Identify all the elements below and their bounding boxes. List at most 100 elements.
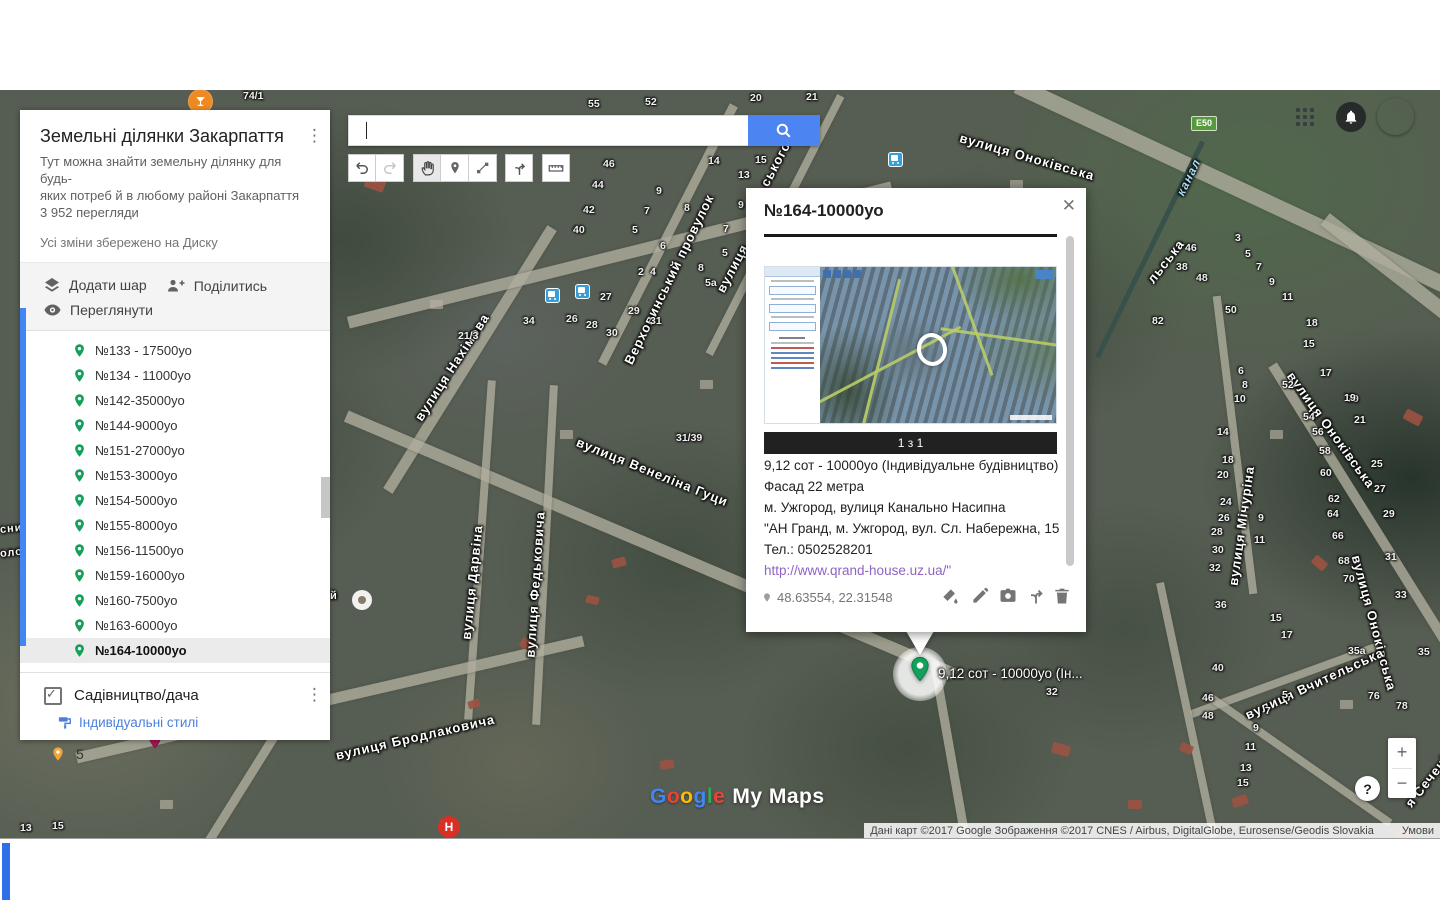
map-description: Тут можна знайти земельну ділянку для бу…: [20, 151, 330, 221]
house-number: 33: [1395, 589, 1407, 601]
camera-icon[interactable]: [998, 586, 1018, 606]
house-number: 46: [603, 158, 615, 170]
house-number: 17: [1281, 629, 1293, 641]
list-item[interactable]: №133 - 17500уо: [20, 338, 330, 363]
house-number: 32: [1209, 562, 1221, 574]
house-number: 21/3: [458, 330, 478, 342]
preview-button[interactable]: Переглянути: [44, 302, 153, 318]
attached-photo[interactable]: [764, 266, 1057, 424]
measure-button[interactable]: [542, 154, 570, 182]
list-item[interactable]: №164-10000уо: [20, 638, 330, 663]
house-number: 8: [1242, 379, 1248, 391]
undo-button[interactable]: [348, 154, 376, 182]
edit-pencil-icon[interactable]: [970, 586, 990, 606]
hospital-poi-icon[interactable]: H: [438, 816, 460, 838]
map-attribution: Дані карт ©2017 Google Зображення ©2017 …: [864, 823, 1440, 838]
house-number: 9: [1269, 276, 1275, 288]
house-number: 27: [600, 291, 612, 303]
house-number: 32: [1046, 686, 1058, 698]
green-pin-icon: [72, 341, 87, 360]
house-number: 38: [1176, 261, 1188, 273]
terms-link[interactable]: Умови: [1402, 825, 1434, 837]
notifications-button[interactable]: [1336, 102, 1366, 132]
add-directions-button[interactable]: [505, 154, 533, 182]
green-pin-icon: [72, 591, 87, 610]
list-item[interactable]: №144-9000уо: [20, 413, 330, 438]
bell-icon: [1343, 109, 1359, 125]
house-number: 28: [586, 319, 598, 331]
cocktail-glass-icon: [194, 95, 207, 108]
list-item[interactable]: №154-5000уо: [20, 488, 330, 513]
house-number: 52: [1282, 379, 1294, 391]
popup-scrollbar[interactable]: [1066, 236, 1074, 566]
style-paint-icon[interactable]: [940, 586, 960, 606]
house-number: 9: [1253, 722, 1259, 734]
street-label: вулиця Оноківська: [958, 130, 1097, 183]
list-item[interactable]: №153-3000уо: [20, 463, 330, 488]
screen: вулиця Нахімовавулиця Венеліна Гуцивулиц…: [0, 0, 1440, 900]
list-item[interactable]: №160-7500уо: [20, 588, 330, 613]
house-number: 42: [583, 204, 595, 216]
account-avatar[interactable]: [1377, 98, 1414, 135]
list-item[interactable]: №142-35000уо: [20, 388, 330, 413]
bus-stop-icon[interactable]: [545, 288, 560, 303]
zoom-in-button[interactable]: +: [1388, 738, 1416, 768]
layer-checkbox[interactable]: [44, 687, 62, 705]
browser-blank-area: [0, 0, 1440, 90]
house-number: 18: [1222, 454, 1234, 466]
add-marker-button[interactable]: [441, 154, 469, 182]
house-number: 9: [656, 185, 662, 197]
house-number: 4: [650, 266, 656, 278]
house-number: 6: [660, 240, 666, 252]
layer-menu-button[interactable]: ⋮: [306, 685, 322, 705]
green-pin-icon: [72, 641, 87, 660]
house-number: 21: [806, 91, 818, 103]
house-number: 15: [1270, 612, 1282, 624]
close-icon[interactable]: ✕: [1062, 196, 1076, 216]
selected-map-pin[interactable]: [906, 650, 934, 688]
generic-poi-icon[interactable]: [352, 590, 372, 610]
apps-grid-icon[interactable]: [1296, 108, 1316, 128]
detail-line: 9,12 сот - 10000уо (Індивідуальне будівн…: [764, 458, 1064, 473]
list-item[interactable]: №155-8000уо: [20, 513, 330, 538]
bus-stop-icon[interactable]: [575, 284, 590, 299]
list-item[interactable]: №134 - 11000уо: [20, 363, 330, 388]
bus-stop-icon[interactable]: [888, 152, 903, 167]
panel-menu-button[interactable]: ⋮: [306, 126, 322, 146]
add-layer-button[interactable]: Додати шар: [44, 277, 147, 293]
hand-icon: [419, 160, 436, 177]
directions-icon[interactable]: [1026, 586, 1046, 606]
list-item[interactable]: №151-27000уо: [20, 438, 330, 463]
my-maps-logo-text: My Maps: [732, 785, 824, 809]
house-number: 26: [1218, 512, 1230, 524]
house-number: 29: [1383, 508, 1395, 520]
house-number: 78: [1396, 700, 1408, 712]
green-pin-icon: [72, 541, 87, 560]
help-button[interactable]: ?: [1355, 776, 1380, 801]
list-item[interactable]: №159-16000уо: [20, 563, 330, 588]
house-number: 54: [1303, 411, 1315, 423]
draw-line-button[interactable]: [469, 154, 497, 182]
zoom-control: + −: [1388, 738, 1416, 798]
zoom-out-button[interactable]: −: [1388, 769, 1416, 799]
house-number: 19: [1344, 392, 1356, 404]
delete-trash-icon[interactable]: [1052, 586, 1072, 606]
individual-styles-link[interactable]: Індивідуальні стилі: [58, 715, 330, 730]
share-button[interactable]: Поділитись: [167, 278, 267, 294]
pan-tool-button[interactable]: [413, 154, 441, 182]
popup-tail: [906, 631, 934, 655]
selected-pin-label: 9,12 сот - 10000уо (Ін...: [938, 666, 1083, 681]
search-button[interactable]: [748, 115, 820, 146]
house-number: 9: [1258, 512, 1264, 524]
redo-button[interactable]: [376, 154, 404, 182]
website-link[interactable]: http://www.qrand-house.uz.ua/": [764, 563, 1064, 578]
house-number: 20: [1217, 469, 1229, 481]
undo-icon: [353, 159, 371, 177]
house-number: 10: [1234, 393, 1246, 405]
list-item[interactable]: №156-11500уо: [20, 538, 330, 563]
list-item[interactable]: №163-6000уо: [20, 613, 330, 638]
sidebar-scrollbar[interactable]: [321, 477, 330, 518]
house-number: 5: [1245, 248, 1251, 260]
house-number: 15: [1303, 338, 1315, 350]
search-input[interactable]: [348, 115, 748, 146]
